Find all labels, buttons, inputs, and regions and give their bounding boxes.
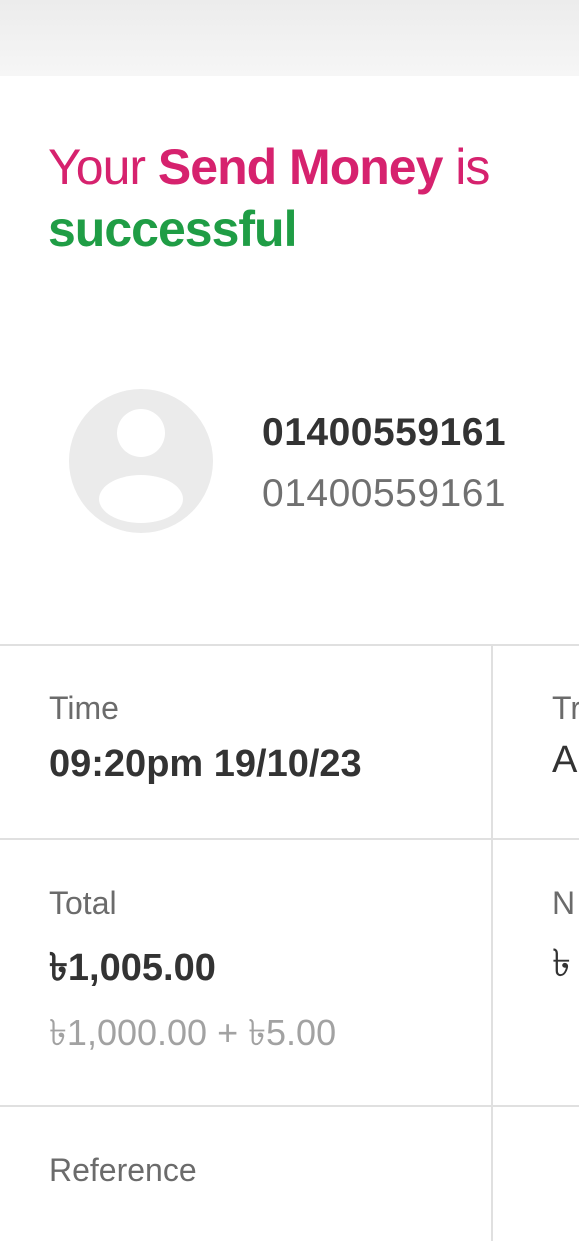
total-value: ৳1,005.00	[49, 947, 216, 989]
headline-prefix: Your	[48, 139, 158, 195]
total-breakdown: ৳1,000.00 + ৳5.00	[49, 1012, 337, 1053]
total-label: Total	[49, 885, 117, 921]
default-user-avatar-icon	[99, 409, 183, 523]
transaction-id-cell-partial: Tr A	[552, 690, 579, 782]
new-balance-cell-partial: N ৳	[552, 885, 579, 998]
recipient-number: 01400559161	[262, 472, 507, 515]
new-balance-value: ৳	[552, 943, 571, 985]
reference-label: Reference	[49, 1152, 197, 1188]
new-balance-label: N	[552, 885, 576, 921]
recipient-name: 01400559161	[262, 411, 507, 454]
time-value: 09:20pm 19/10/23	[49, 743, 362, 785]
recipient-avatar	[69, 389, 213, 533]
column-divider	[491, 645, 493, 1241]
top-bar	[0, 0, 579, 76]
success-headline: Your Send Money is successful	[48, 136, 568, 260]
headline-status: successful	[48, 201, 297, 257]
time-label: Time	[49, 690, 119, 726]
transaction-id-label: Tr	[552, 690, 579, 726]
headline-connector: is	[442, 139, 490, 195]
transaction-id-value: A	[552, 739, 578, 781]
headline-transaction-type: Send Money	[157, 139, 443, 195]
